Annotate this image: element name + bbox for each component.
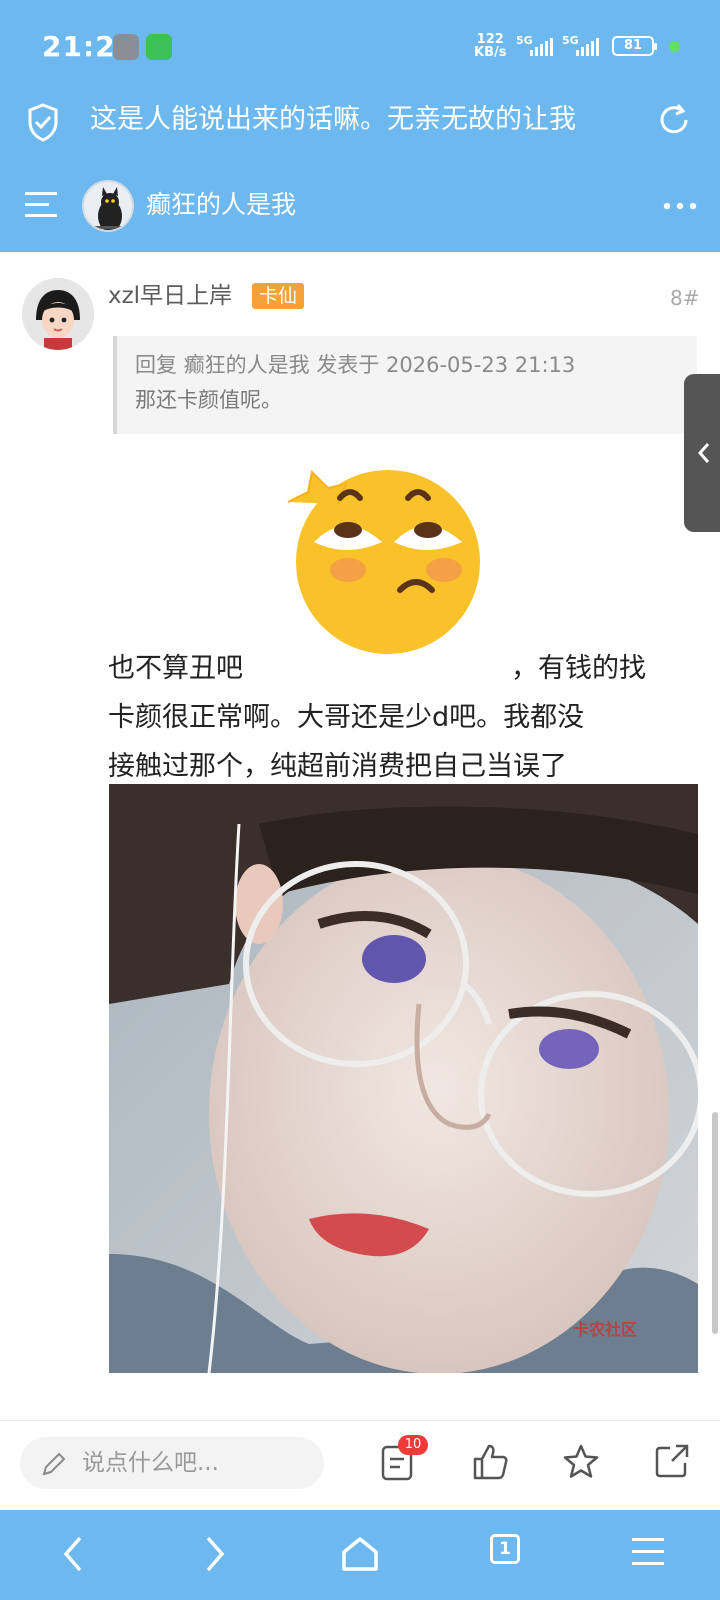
comment-input[interactable]: 说点什么吧...: [20, 1437, 324, 1489]
tabs-button[interactable]: 1: [490, 1534, 520, 1564]
quote-meta: 回复 癫狂的人是我 发表于 2026-05-23 21:13: [135, 353, 576, 377]
thread-header: 癫狂的人是我: [0, 160, 720, 252]
quote-block: 回复 癫狂的人是我 发表于 2026-05-23 21:13 那还卡颜值呢。: [113, 336, 697, 434]
post: xzl早日上岸 卡仙 8# 回复 癫狂的人是我 发表于 2026-05-23 2…: [0, 252, 720, 1420]
comment-count-badge: 10: [398, 1435, 428, 1455]
browser-bottom-nav: 1: [0, 1510, 720, 1600]
comment-placeholder: 说点什么吧...: [82, 1450, 219, 1476]
shield-check-icon[interactable]: [26, 102, 60, 142]
post-image[interactable]: 卡农社区: [109, 784, 698, 1373]
refresh-icon[interactable]: [656, 102, 692, 138]
menu-icon[interactable]: [630, 1534, 666, 1570]
wechat-icon: [146, 34, 172, 60]
home-icon[interactable]: [340, 1534, 380, 1574]
emoji-sticker-icon: [287, 469, 480, 654]
user-badge: 卡仙: [252, 283, 305, 309]
post-text-part: 也不算丑吧: [108, 653, 243, 684]
browser-title-bar: 这是人能说出来的话嘛。无亲无故的让我: [0, 88, 720, 160]
pencil-icon: [42, 1452, 66, 1476]
star-icon[interactable]: [562, 1443, 600, 1481]
post-text-line: 也不算丑吧 ，有钱的找: [108, 644, 688, 693]
scrollbar[interactable]: [712, 1112, 718, 1334]
network-speed-unit: KB/s: [474, 45, 507, 60]
floor-number: 8#: [670, 286, 700, 310]
more-icon[interactable]: [663, 202, 697, 210]
signal-icon: [530, 38, 553, 56]
signal-icon: [576, 38, 599, 56]
post-username[interactable]: xzl早日上岸: [108, 280, 232, 312]
menu-icon[interactable]: [24, 190, 58, 220]
thread-author[interactable]: 癫狂的人是我: [146, 187, 296, 223]
network-speed: 122 KB/s: [474, 33, 506, 59]
quote-text: 那还卡颜值呢。: [135, 388, 282, 412]
avatar[interactable]: [22, 278, 94, 350]
back-icon[interactable]: [58, 1534, 88, 1574]
post-text-part: ，有钱的找: [511, 653, 646, 684]
wrench-icon: [113, 34, 139, 60]
watermark: 卡农社区: [573, 1320, 638, 1339]
post-action-bar: 说点什么吧... 10: [0, 1420, 720, 1510]
like-icon[interactable]: [472, 1443, 508, 1481]
post-text: 也不算丑吧 ，有钱的找 卡颜很正常啊。大哥还是少d吧。我都没 接触过那个，纯超前消…: [108, 644, 688, 791]
forward-icon[interactable]: [200, 1534, 230, 1574]
page-title[interactable]: 这是人能说出来的话嘛。无亲无故的让我: [90, 100, 630, 140]
battery-icon: 81: [612, 36, 657, 56]
side-collapse-tab[interactable]: [684, 374, 720, 532]
status-bar: 21:21 122 KB/s 5G 5G 81: [0, 0, 720, 88]
post-text-line: 卡颜很正常啊。大哥还是少d吧。我都没: [108, 702, 585, 733]
chevron-left-icon: [697, 443, 710, 463]
share-icon[interactable]: [654, 1443, 690, 1479]
avatar[interactable]: [82, 180, 134, 232]
indicator-dot: [669, 41, 680, 52]
